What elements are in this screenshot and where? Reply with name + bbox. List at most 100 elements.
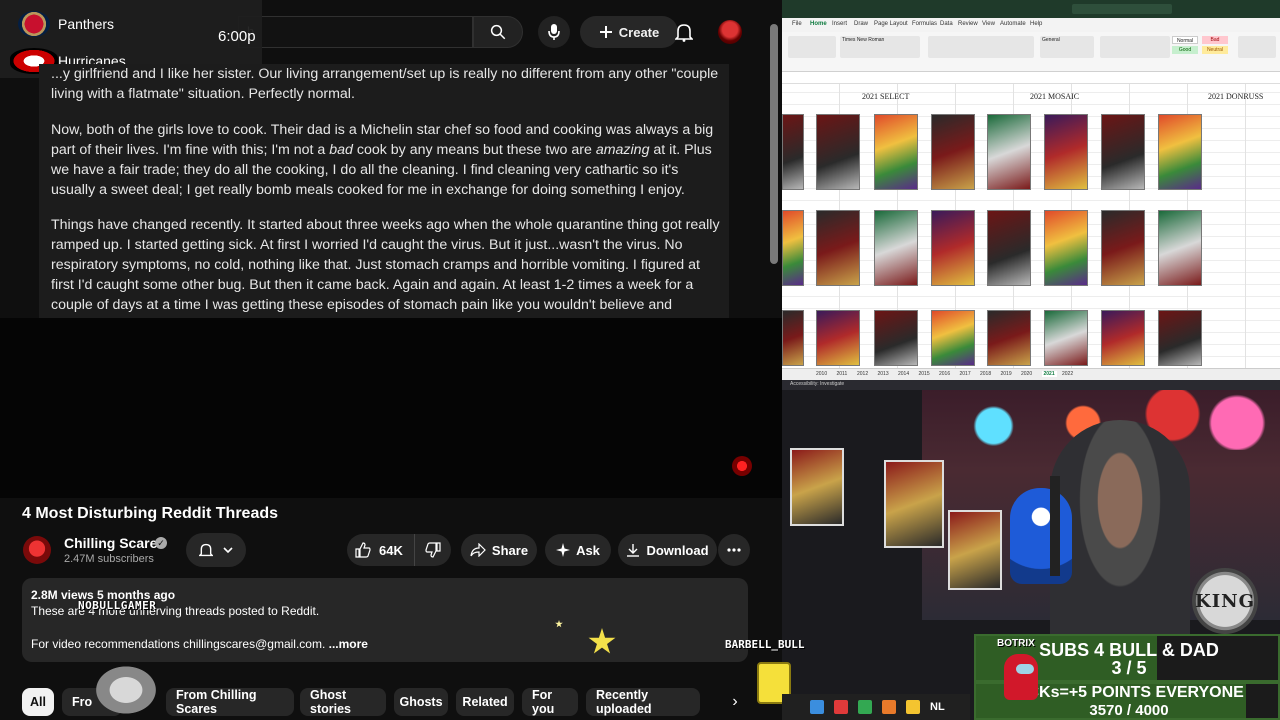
chevron-right-icon[interactable]: › (728, 688, 742, 716)
card-thumbnail[interactable] (931, 114, 975, 190)
sheet-tab-2013[interactable]: 2013 (878, 371, 889, 377)
cell-styles-gallery[interactable]: Normal Bad Good Neutral (1172, 36, 1232, 60)
share-button[interactable]: Share (461, 534, 537, 566)
card-thumbnail[interactable] (1158, 310, 1202, 366)
game-clock: 6:00p (218, 28, 256, 45)
card-thumbnail[interactable] (816, 210, 860, 286)
chip-ghost-stories[interactable]: Ghost stories (300, 688, 386, 716)
robot-sticker-icon (88, 660, 164, 720)
create-button[interactable]: Create (580, 16, 678, 48)
tab-draw[interactable]: Draw (854, 21, 868, 27)
ask-button[interactable]: Ask (545, 534, 611, 566)
chip-from-chilling-scares[interactable]: From Chilling Scares (166, 688, 294, 716)
tab-page-layout[interactable]: Page Layout (874, 21, 908, 27)
sheet-tab-2015[interactable]: 2015 (919, 371, 930, 377)
number-group[interactable]: General (1040, 36, 1094, 58)
tab-insert[interactable]: Insert (832, 21, 847, 27)
card-thumbnail[interactable] (1101, 114, 1145, 190)
emphasis-text: amazing (595, 142, 650, 158)
sheet-tab-2018[interactable]: 2018 (980, 371, 991, 377)
card-thumbnail[interactable] (874, 210, 918, 286)
card-thumbnail[interactable] (931, 310, 975, 366)
excel-search-box[interactable] (1072, 4, 1172, 14)
channel-avatar[interactable] (23, 536, 51, 564)
conditional-formatting-group[interactable] (1100, 36, 1170, 58)
sheet-tab-2016[interactable]: 2016 (939, 371, 950, 377)
notifications-button[interactable] (670, 18, 698, 46)
description-box[interactable]: 2.8M views 5 months ago These are 4 more… (22, 578, 748, 662)
more-actions-button[interactable] (718, 534, 750, 566)
chip-for-you[interactable]: For you (522, 688, 578, 716)
cells-group[interactable] (1238, 36, 1276, 58)
sheet-tab-2019[interactable]: 2019 (1001, 371, 1012, 377)
search-input[interactable]: h (238, 16, 473, 48)
voice-search-button[interactable] (538, 16, 570, 48)
account-avatar[interactable] (718, 20, 742, 44)
card-thumbnail[interactable] (782, 210, 804, 286)
card-thumbnail[interactable] (931, 210, 975, 286)
folder-icon[interactable] (906, 700, 920, 714)
tab-formulas[interactable]: Formulas (912, 21, 937, 27)
chip-recently-uploaded[interactable]: Recently uploaded (586, 688, 700, 716)
card-thumbnail[interactable] (1044, 210, 1088, 286)
card-thumbnail[interactable] (1044, 310, 1088, 366)
sheet-tab-2021[interactable]: 2021 (1041, 371, 1057, 377)
tab-view[interactable]: View (982, 21, 995, 27)
style-neutral[interactable]: Neutral (1202, 46, 1228, 54)
card-thumbnail[interactable] (1101, 310, 1145, 366)
tab-help[interactable]: Help (1030, 21, 1042, 27)
card-thumbnail[interactable] (874, 310, 918, 366)
number-format-box[interactable]: General (1042, 37, 1060, 43)
sheet-tab-2012[interactable]: 2012 (857, 371, 868, 377)
sheet-tab-2020[interactable]: 2020 (1021, 371, 1032, 377)
clipboard-group[interactable] (788, 36, 836, 58)
sheet-tab-2010[interactable]: 2010 (816, 371, 827, 377)
scrollbar[interactable] (770, 24, 778, 264)
card-thumbnail[interactable] (816, 114, 860, 190)
card-thumbnail[interactable] (1158, 210, 1202, 286)
card-thumbnail[interactable] (987, 210, 1031, 286)
card-thumbnail[interactable] (874, 114, 918, 190)
search-button[interactable] (473, 16, 523, 48)
card-thumbnail[interactable] (1044, 114, 1088, 190)
tab-file[interactable]: File (792, 21, 802, 27)
alignment-group[interactable] (928, 36, 1034, 58)
language-indicator[interactable]: NL (930, 701, 945, 713)
sheet-tab-2017[interactable]: 2017 (960, 371, 971, 377)
style-bad[interactable]: Bad (1202, 36, 1228, 44)
formula-bar[interactable] (782, 72, 1280, 84)
card-thumbnail[interactable] (1158, 114, 1202, 190)
style-good[interactable]: Good (1172, 46, 1198, 54)
tab-data[interactable]: Data (940, 21, 953, 27)
sheet-tab-2014[interactable]: 2014 (898, 371, 909, 377)
tab-automate[interactable]: Automate (1000, 21, 1026, 27)
card-thumbnail[interactable] (987, 310, 1031, 366)
chip-related[interactable]: Related (456, 688, 514, 716)
chip-all[interactable]: All (22, 688, 54, 716)
excel-icon[interactable] (858, 700, 872, 714)
channel-name[interactable]: Chilling Scares (64, 535, 165, 551)
download-button[interactable]: Download (618, 534, 717, 566)
font-name-box[interactable]: Times New Roman (842, 37, 884, 43)
tab-review[interactable]: Review (958, 21, 978, 27)
store-icon[interactable] (810, 700, 824, 714)
card-thumbnail[interactable] (782, 114, 804, 190)
like-button[interactable]: 64K (347, 534, 415, 566)
sheet-tab-2011[interactable]: 2011 (837, 371, 848, 377)
spreadsheet-grid[interactable]: 2021 SELECT 2021 MOSAIC 2021 DONRUSS (782, 84, 1280, 368)
card-thumbnail[interactable] (816, 310, 860, 366)
tab-home[interactable]: Home (810, 21, 827, 27)
chip-ghosts[interactable]: Ghosts (394, 688, 448, 716)
card-thumbnail[interactable] (987, 114, 1031, 190)
card-thumbnail[interactable] (1101, 210, 1145, 286)
style-normal[interactable]: Normal (1172, 36, 1198, 44)
video-player[interactable] (0, 318, 782, 498)
font-group[interactable]: Times New Roman (840, 36, 920, 58)
sheet-tab-2022[interactable]: 2022 (1062, 371, 1073, 377)
app-icon[interactable] (834, 700, 848, 714)
show-more-link[interactable]: ...more (325, 637, 368, 651)
subscription-notification-button[interactable] (186, 533, 246, 567)
dislike-button[interactable] (415, 534, 451, 566)
app-icon[interactable] (882, 700, 896, 714)
card-thumbnail[interactable] (782, 310, 804, 366)
